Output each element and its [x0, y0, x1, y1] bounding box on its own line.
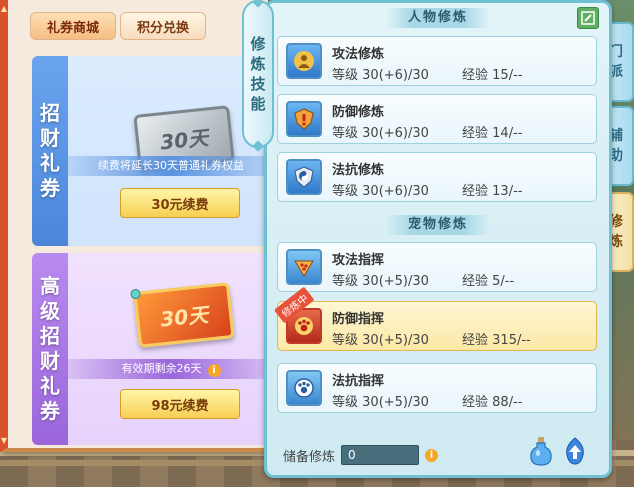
section-character-cultivation: 人物修炼: [267, 7, 609, 29]
tab-cultivation-skills[interactable]: 修炼技能: [242, 0, 274, 148]
skill-row-pet-resist[interactable]: 法抗指挥 等级 30(+5)/30 经验 88/--: [277, 363, 597, 413]
fortune-coupon-card: 招财礼券 30天 续费将延长30天普通礼券权益 30元续费: [32, 56, 274, 246]
section-pet-cultivation: 宠物修炼: [267, 214, 609, 236]
skill-row-magic-resist[interactable]: 法抗修炼 等级 30(+6)/30 经验 13/--: [277, 152, 597, 202]
renew-98-button[interactable]: 98元续费: [120, 389, 240, 419]
gem-icon: [130, 288, 142, 300]
renew-30-button[interactable]: 30元续费: [120, 188, 240, 218]
tab-coupon-shop[interactable]: 礼券商城: [30, 12, 116, 40]
card-note: 有效期剩余26天 i: [68, 359, 274, 379]
magic-resist-icon: [286, 159, 322, 195]
skill-stats: 等级 30(+6)/30 经验 15/--: [332, 68, 523, 83]
premium-fortune-coupon-card: 高级招财礼券 30天 有效期剩余26天 i 98元续费: [32, 253, 274, 445]
ticket-days-label: 30天: [159, 302, 210, 331]
skill-row-pet-attack[interactable]: 攻法指挥 等级 30(+5)/30 经验 5/--: [277, 242, 597, 292]
reserve-cultivation: 储备修炼 0 i: [283, 444, 439, 466]
upgrade-arrow-icon[interactable]: [563, 437, 587, 465]
card-side-title: 高级招财礼券: [32, 253, 68, 445]
reserve-value-field: 0: [341, 445, 420, 465]
info-icon[interactable]: i: [207, 364, 221, 377]
edit-icon[interactable]: [577, 7, 599, 29]
skill-name: 防御指挥: [332, 312, 385, 327]
skill-row-pet-defense[interactable]: 修炼中 防御指挥 等级 30(+5)/30 经验 315/--: [274, 286, 597, 351]
pet-resist-icon: [286, 370, 322, 406]
skill-stats: 等级 30(+5)/30 经验 5/--: [332, 274, 515, 289]
card-note: 续费将延长30天普通礼券权益: [68, 156, 274, 176]
card-side-title: 招财礼券: [32, 56, 68, 246]
remaining-days-text: 有效期剩余26天: [121, 362, 202, 375]
attack-magic-icon: [286, 43, 322, 79]
skill-name: 法抗指挥: [332, 374, 385, 389]
scroll-up-icon[interactable]: ▲: [0, 4, 8, 14]
skill-row-defense[interactable]: 防御修炼 等级 30(+6)/30 经验 14/--: [277, 94, 597, 144]
skill-name: 法抗修炼: [332, 163, 385, 178]
ticket-days-label: 30天: [159, 125, 210, 154]
skill-name: 攻法指挥: [332, 253, 385, 268]
tab-points-exchange[interactable]: 积分兑换: [120, 12, 206, 40]
skill-row-attack-magic[interactable]: 攻法修炼 等级 30(+6)/30 经验 15/--: [277, 36, 597, 86]
potion-icon[interactable]: [529, 436, 553, 466]
pet-attack-icon: [286, 249, 322, 285]
scroll-down-icon[interactable]: ▼: [0, 436, 8, 446]
cultivation-panel: 人物修炼 攻法修炼 等级 30(+6)/30 经验 15/-- 防御修炼 等级 3…: [264, 0, 612, 478]
skill-stats: 等级 30(+6)/30 经验 14/--: [332, 126, 523, 141]
skill-name: 攻法修炼: [332, 47, 385, 62]
skill-stats: 等级 30(+6)/30 经验 13/--: [332, 184, 523, 199]
defense-icon: [286, 101, 322, 137]
skill-stats: 等级 30(+5)/30 经验 315/--: [332, 333, 531, 348]
gold-ticket-icon: 30天: [130, 282, 235, 348]
info-icon[interactable]: i: [425, 448, 439, 462]
skill-name: 防御修炼: [332, 105, 385, 120]
reserve-label: 储备修炼: [283, 449, 336, 465]
coupon-shop-panel: ▲ ▼ 礼券商城 积分兑换 招财礼券 30天 续费将延长30天普通礼券权益 30…: [0, 0, 274, 452]
skill-stats: 等级 30(+5)/30 经验 88/--: [332, 395, 523, 410]
